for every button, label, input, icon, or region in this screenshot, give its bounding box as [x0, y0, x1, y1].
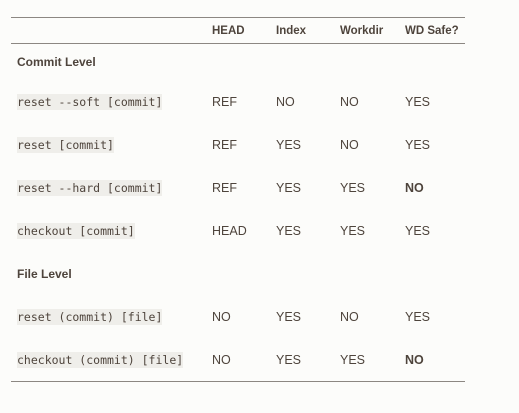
command-code: reset (commit) [file]: [17, 308, 163, 325]
table-row: reset (commit) [file] NO YES NO YES: [11, 295, 465, 338]
reset-checkout-table-container: HEAD Index Workdir WD Safe? Commit Level…: [11, 17, 465, 382]
wd-safe-cell: NO: [405, 180, 424, 195]
section-title: Commit Level: [17, 55, 96, 69]
head-cell: NO: [212, 352, 231, 367]
index-cell: YES: [276, 352, 302, 367]
command-code: reset [commit]: [17, 136, 114, 153]
command-code: checkout (commit) [file]: [17, 351, 184, 368]
command-code: reset --soft [commit]: [17, 93, 163, 110]
table-row: reset --hard [commit] REF YES YES NO: [11, 166, 465, 209]
head-cell: REF: [212, 180, 237, 195]
section-title: File Level: [17, 266, 72, 281]
head-cell: REF: [212, 94, 237, 109]
header-command: [11, 18, 206, 44]
command-code: reset --hard [commit]: [17, 179, 163, 196]
wd-safe-cell: YES: [405, 137, 431, 152]
wd-safe-cell: YES: [405, 94, 431, 109]
section-row-commit-level: Commit Level: [11, 44, 465, 81]
table-row: reset --soft [commit] REF NO NO YES: [11, 80, 465, 123]
section-row-file-level: File Level: [11, 252, 465, 295]
index-cell: YES: [276, 137, 302, 152]
index-cell: YES: [276, 309, 302, 324]
reset-checkout-table: HEAD Index Workdir WD Safe? Commit Level…: [11, 17, 465, 382]
workdir-cell: NO: [340, 309, 359, 324]
head-cell: NO: [212, 309, 231, 324]
header-head: HEAD: [212, 24, 245, 37]
index-cell: NO: [276, 94, 295, 109]
table-row: checkout (commit) [file] NO YES YES NO: [11, 338, 465, 382]
head-cell: HEAD: [212, 223, 247, 238]
workdir-cell: NO: [340, 94, 359, 109]
header-wd-safe: WD Safe?: [405, 24, 459, 37]
wd-safe-cell: YES: [405, 223, 431, 238]
index-cell: YES: [276, 223, 302, 238]
workdir-cell: NO: [340, 137, 359, 152]
header-index: Index: [276, 24, 307, 37]
workdir-cell: YES: [340, 180, 366, 195]
workdir-cell: YES: [340, 352, 366, 367]
wd-safe-cell: NO: [405, 352, 424, 367]
command-code: checkout [commit]: [17, 222, 135, 239]
index-cell: YES: [276, 180, 302, 195]
table-row: reset [commit] REF YES NO YES: [11, 123, 465, 166]
header-workdir: Workdir: [340, 24, 384, 37]
wd-safe-cell: YES: [405, 309, 431, 324]
table-row: checkout [commit] HEAD YES YES YES: [11, 209, 465, 252]
head-cell: REF: [212, 137, 237, 152]
table-header-row: HEAD Index Workdir WD Safe?: [11, 17, 465, 44]
workdir-cell: YES: [340, 223, 366, 238]
